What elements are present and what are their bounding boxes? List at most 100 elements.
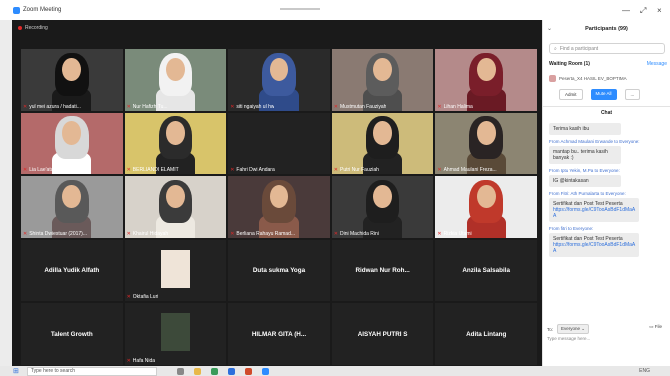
participant-tile[interactable]: ✕ Nur Hafizh Tu...: [124, 49, 227, 111]
chat-link[interactable]: https://forms.gle/C9TooAsBdF1dMaAA: [553, 207, 635, 219]
chat-message: Sertifikat dan Post Test Peserta https://…: [549, 233, 640, 257]
participant-tile[interactable]: ✕ Hafa Nida: [124, 303, 227, 365]
taskbar-search[interactable]: Type here to search: [26, 366, 157, 376]
windows-start-icon[interactable]: ⊞: [13, 367, 19, 375]
mic-muted-icon: ✕: [23, 103, 28, 110]
participant-video: [161, 249, 190, 288]
participant-video: [256, 49, 303, 111]
chrome-icon[interactable]: [210, 367, 218, 375]
tray-language[interactable]: ENG: [639, 368, 650, 374]
mic-muted-icon: ✕: [333, 167, 338, 174]
mic-muted-icon: ✕: [230, 230, 235, 237]
participant-name: BERLIANDI ELAMIT: [132, 167, 179, 174]
mic-muted-icon: ✕: [126, 230, 131, 237]
chat-message-text: IG @kintakasan: [553, 178, 589, 184]
participant-tile[interactable]: ✕ Berliana Rahayu Ramad...: [228, 176, 330, 238]
participant-tile[interactable]: ✕ Rizkia Utami: [435, 176, 537, 238]
participant-label: ✕ siti ngaiyah ul hw: [230, 104, 274, 110]
participant-video: [152, 113, 199, 175]
participant-name-display: AISYAH PUTRI S: [357, 330, 408, 338]
participant-name: Ahmad Maulani Freza...: [443, 167, 497, 174]
participant-tile[interactable]: HILMAR GITA (H...: [228, 303, 330, 365]
mic-muted-icon: ✕: [23, 230, 28, 237]
participant-tile[interactable]: ✕ Fahri Dwi Andara: [228, 112, 330, 175]
chat-messages: Terima kasih ibu From Achmad Maulani Erwa…: [549, 123, 665, 259]
participant-tile[interactable]: ✕ BERLIANDI ELAMIT: [124, 112, 227, 175]
taskbar-apps: [176, 367, 269, 375]
participant-video: [463, 113, 510, 175]
video-gallery: Recording ✕ yul mei azura / hadati... ✕ Nur…: [12, 20, 542, 366]
participant-video: [359, 176, 406, 238]
chat-input[interactable]: Type message here...: [547, 336, 590, 341]
search-input[interactable]: ⌕ Find a participant: [549, 43, 665, 54]
participant-tile[interactable]: Ridwan Nur Roh...: [331, 239, 434, 302]
chat-link[interactable]: https://forms.gle/C9TooAsBdF1dMaAA: [553, 242, 635, 254]
person-face: [166, 121, 185, 145]
participant-label: ✕ Putri Nur Fauziah: [334, 167, 379, 173]
participant-label: ✕ Rizkia Utami: [437, 231, 471, 237]
recipient-select[interactable]: Everyone ⌄: [557, 324, 590, 334]
participant-tile[interactable]: Talent Growth: [21, 303, 123, 365]
message-button[interactable]: Message: [647, 61, 667, 67]
participant-label: ✕ yul mei azura / hadati...: [23, 104, 81, 110]
explorer-icon[interactable]: [193, 367, 201, 375]
drag-handle[interactable]: [280, 8, 320, 10]
participant-video: [359, 49, 406, 111]
recording-label: Recording: [25, 25, 48, 31]
participant-tile[interactable]: ✕ Mustmutan Fauziyah: [331, 49, 434, 111]
admit-button[interactable]: Admit: [559, 89, 583, 100]
participant-label: ✕ Dini Machida Rini: [334, 231, 379, 237]
waiting-room-label[interactable]: Waiting Room (1): [549, 61, 590, 67]
mute-all-button[interactable]: Mute All: [590, 89, 617, 100]
participant-tile[interactable]: ✕ Shinta Dwiestuar (2017)...: [21, 176, 123, 238]
minimize-button[interactable]: —: [622, 6, 630, 15]
person-face: [62, 121, 82, 145]
participant-name: Oktafia Luri: [132, 294, 159, 301]
participant-video: [161, 313, 190, 352]
participant-tile[interactable]: Adita Lintang: [435, 303, 537, 365]
participant-tile[interactable]: ✕ Lia Lae'atu Faudah: [21, 112, 123, 175]
powerpoint-icon[interactable]: [244, 367, 252, 375]
taskview-icon[interactable]: [176, 367, 184, 375]
mic-muted-icon: ✕: [126, 167, 131, 174]
chat-sender: From Iptu Yekin, M.Pa to Everyone:: [549, 168, 620, 173]
participant-label: ✕ Oktafia Luri: [127, 294, 159, 300]
participant-tile[interactable]: ✕ Dini Machida Rini: [331, 176, 434, 238]
participant-tile[interactable]: ✕ yul mei azura / hadati...: [21, 49, 123, 111]
chat-message: IG @kintakasan: [549, 175, 621, 187]
participant-video: [48, 176, 95, 238]
participant-video: [359, 113, 406, 175]
participant-tile[interactable]: ✕ siti ngaiyah ul hw: [228, 49, 330, 111]
file-icon: ▭: [649, 324, 654, 329]
mic-muted-icon: ✕: [437, 167, 442, 174]
participant-tile[interactable]: Duta sukma Yoga: [228, 239, 330, 302]
participant-video: [463, 49, 510, 111]
file-button[interactable]: ▭ File: [649, 324, 662, 330]
more-button[interactable]: ...: [624, 89, 641, 100]
participant-name-display: Adilla Yudik Alfath: [44, 267, 100, 275]
participant-tile[interactable]: ✕ Oktafia Luri: [124, 239, 227, 302]
divider: [543, 106, 670, 107]
mic-muted-icon: ✕: [126, 357, 131, 364]
zoom-taskbar-icon[interactable]: [261, 367, 269, 375]
participant-tile[interactable]: ✕ Khairul Hidayah: [124, 176, 227, 238]
participant-name: Rizkia Utami: [443, 230, 472, 237]
participant-tile[interactable]: ✕ Lihan Halima: [435, 49, 537, 111]
waiting-participant-name: Peserta_X4 HASIL EV_BOPTIMA: [559, 76, 627, 81]
participant-grid: ✕ yul mei azura / hadati... ✕ Nur Hafizh Tu…: [21, 49, 537, 365]
close-button[interactable]: ×: [657, 6, 662, 15]
mic-muted-icon: ✕: [126, 294, 131, 301]
participant-tile[interactable]: Anzila Salsabila: [435, 239, 537, 302]
participant-tile[interactable]: AISYAH PUTRI S: [331, 303, 434, 365]
person-face: [373, 121, 392, 145]
avatar: [549, 75, 556, 82]
participant-tile[interactable]: ✕ Putri Nur Fauziah: [331, 112, 434, 175]
chat-message-text: Terima kasih ibu: [553, 126, 590, 132]
chat-message-text: mantap bu.. terima kasih banyak :): [553, 149, 608, 161]
participant-tile[interactable]: Adilla Yudik Alfath: [21, 239, 123, 302]
waiting-participant[interactable]: Peserta_X4 HASIL EV_BOPTIMA: [549, 75, 667, 82]
participant-video: [152, 49, 199, 111]
participant-tile[interactable]: ✕ Ahmad Maulani Freza...: [435, 112, 537, 175]
store-icon[interactable]: [227, 367, 235, 375]
maximize-button[interactable]: ⤢: [640, 6, 646, 16]
